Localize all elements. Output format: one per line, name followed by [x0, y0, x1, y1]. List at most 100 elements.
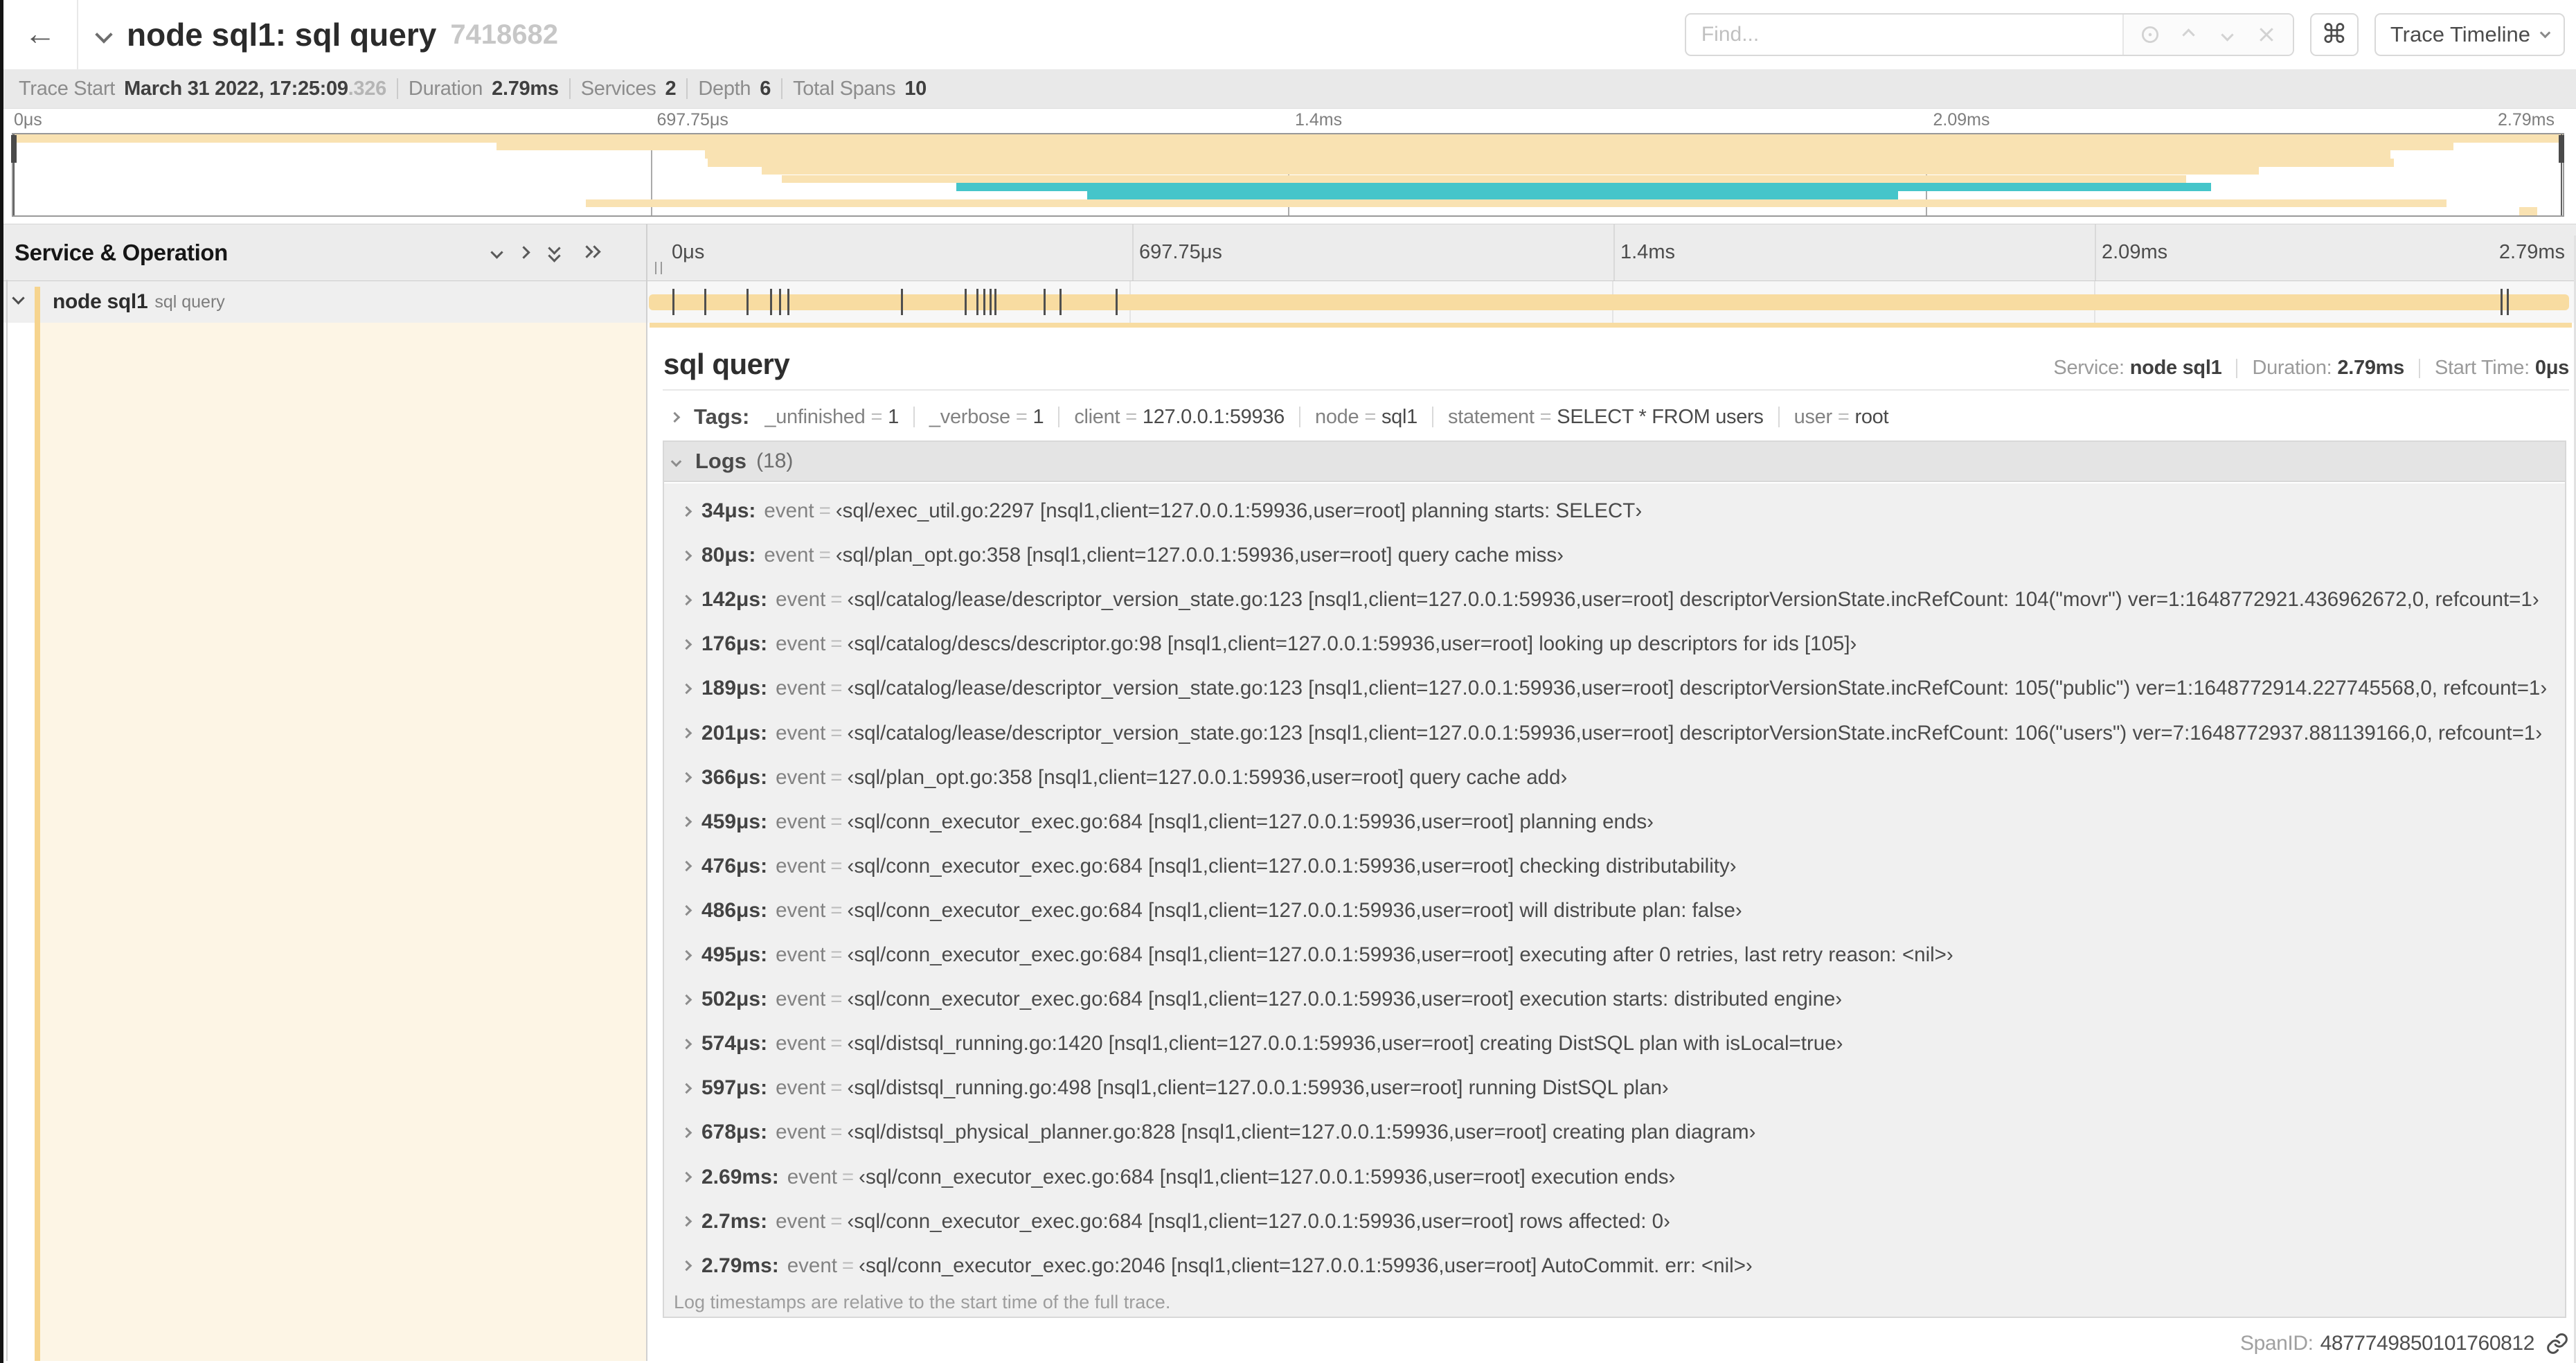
indent-guide-line: [6, 280, 8, 1361]
clear-find-button[interactable]: [2247, 15, 2286, 54]
tag-item[interactable]: _unfinished = 1: [764, 406, 899, 429]
tag-value: SELECT * FROM users: [1557, 405, 1764, 428]
log-equals: =: [830, 1076, 843, 1100]
log-marker-tick[interactable]: [787, 289, 789, 315]
trace-title-group[interactable]: node sql1: sql query 7418682: [78, 0, 1685, 69]
log-marker-tick[interactable]: [994, 289, 996, 315]
chevron-right-icon: [681, 1083, 692, 1094]
log-marker-tick[interactable]: [1059, 289, 1062, 315]
log-marker-tick[interactable]: [769, 289, 772, 315]
tag-item[interactable]: node = sql1: [1315, 406, 1417, 429]
log-row[interactable]: 2.69ms: event = ‹sql/conn_executor_exec.go:…: [664, 1155, 2565, 1200]
tag-item[interactable]: client = 127.0.0.1:59936: [1074, 406, 1285, 429]
log-row[interactable]: 34μs: event = ‹sql/exec_util.go:2297 [nsql1…: [664, 489, 2565, 533]
log-row[interactable]: 502μs: event = ‹sql/conn_executor_exec.go:6…: [664, 977, 2565, 1022]
keyboard-shortcuts-button[interactable]: ⌘: [2309, 13, 2359, 56]
tag-item[interactable]: statement = SELECT * FROM users: [1448, 406, 1764, 429]
span-name-cell[interactable]: node sql1 sql query: [3, 281, 646, 323]
stats-value: 2.79ms: [492, 77, 559, 100]
log-marker-tick[interactable]: [976, 289, 979, 315]
log-equals: =: [830, 854, 843, 878]
log-marker-tick[interactable]: [1044, 289, 1046, 315]
log-row[interactable]: 486μs: event = ‹sql/conn_executor_exec.go:6…: [664, 889, 2565, 933]
log-row[interactable]: 176μs: event = ‹sql/catalog/descs/descripto…: [664, 622, 2565, 666]
next-match-button[interactable]: [2208, 15, 2247, 54]
log-value: ‹sql/distsql_running.go:1420 [nsql1,clie…: [847, 1032, 1843, 1055]
log-row[interactable]: 80μs: event = ‹sql/plan_opt.go:358 [nsql1,c…: [664, 533, 2565, 578]
service-operation-header: Service & Operation: [3, 224, 646, 280]
tag-item[interactable]: user = root: [1794, 406, 1889, 429]
chevron-right-icon: [681, 727, 692, 739]
chevron-right-icon: [681, 816, 692, 828]
log-row[interactable]: 597μs: event = ‹sql/distsql_running.go:498 …: [664, 1066, 2565, 1110]
log-row[interactable]: 201μs: event = ‹sql/catalog/lease/descripto…: [664, 711, 2565, 756]
detail-name-column[interactable]: [40, 323, 646, 1361]
tag-separator: [1778, 407, 1780, 427]
log-marker-tick[interactable]: [2507, 289, 2510, 315]
minimap-time-label: 1.4ms: [1295, 110, 1343, 130]
match-locate-button[interactable]: [2131, 15, 2170, 54]
expand-all-button[interactable]: [580, 244, 601, 262]
logs-header[interactable]: Logs (18): [664, 442, 2565, 482]
prev-match-button[interactable]: [2170, 15, 2208, 54]
log-row[interactable]: 2.79ms: event = ‹sql/conn_executor_exec.go:…: [664, 1244, 2565, 1288]
log-marker-tick[interactable]: [778, 289, 781, 315]
span-collapse-chevron-icon[interactable]: [12, 292, 25, 305]
log-marker-tick[interactable]: [2500, 289, 2503, 315]
tag-equals: =: [1364, 405, 1376, 428]
tag-separator: [1431, 407, 1433, 427]
back-button[interactable]: ←: [3, 0, 78, 69]
log-row[interactable]: 2.7ms: event = ‹sql/conn_executor_exec.go:6…: [664, 1200, 2565, 1244]
log-marker-tick[interactable]: [704, 289, 706, 315]
log-row[interactable]: 574μs: event = ‹sql/distsql_running.go:1420…: [664, 1022, 2565, 1066]
log-row[interactable]: 366μs: event = ‹sql/plan_opt.go:358 [nsql1,…: [664, 756, 2565, 800]
collapse-one-button[interactable]: [490, 246, 503, 259]
log-marker-tick[interactable]: [1115, 289, 1118, 315]
span-service-name: node sql1: [53, 290, 148, 313]
span-row[interactable]: node sql1 sql query: [3, 281, 2576, 323]
log-value: ‹sql/conn_executor_exec.go:684 [nsql1,cl…: [847, 810, 1654, 833]
log-row[interactable]: 678μs: event = ‹sql/distsql_physical_planne…: [664, 1110, 2565, 1155]
log-marker-tick[interactable]: [746, 289, 749, 315]
log-marker-tick[interactable]: [900, 289, 903, 315]
log-row[interactable]: 189μs: event = ‹sql/catalog/lease/descripto…: [664, 666, 2565, 711]
log-value: ‹sql/conn_executor_exec.go:684 [nsql1,cl…: [847, 1209, 1670, 1233]
collapse-all-button[interactable]: [546, 241, 564, 262]
logs-accordian: Logs (18) Log timestamps are relative to…: [663, 440, 2566, 1318]
tag-item[interactable]: _verbose = 1: [929, 406, 1044, 429]
minimap-canvas[interactable]: [11, 133, 2564, 217]
log-row[interactable]: 476μs: event = ‹sql/conn_executor_exec.go:6…: [664, 844, 2565, 889]
tags-accordian[interactable]: Tags: _unfinished = 1 _verbose = 1 client = 127.…: [663, 400, 2569, 434]
log-row[interactable]: 459μs: event = ‹sql/conn_executor_exec.go:6…: [664, 800, 2565, 844]
stats-label: Services: [580, 77, 656, 100]
find-input[interactable]: [1685, 15, 2122, 55]
log-field: event = ‹sql/conn_executor_exec.go:684 [ns…: [776, 1210, 1670, 1233]
minimap-span: [1086, 190, 1899, 199]
log-row[interactable]: 495μs: event = ‹sql/conn_executor_exec.go:6…: [664, 933, 2565, 977]
minimap-span: [585, 199, 2447, 208]
deep-link-icon[interactable]: [2546, 1332, 2569, 1355]
log-timestamp: 176μs:: [701, 632, 768, 656]
detail-accent-bar[interactable]: [35, 287, 40, 1361]
log-row[interactable]: 142μs: event = ‹sql/catalog/lease/descripto…: [664, 578, 2565, 622]
chevron-down-icon: [2539, 27, 2551, 38]
log-marker-tick[interactable]: [989, 289, 992, 315]
log-field: event = ‹sql/conn_executor_exec.go:684 [ns…: [776, 810, 1654, 834]
column-resizer-divider[interactable]: [646, 224, 647, 1361]
column-resizer-grip[interactable]: [655, 262, 662, 274]
log-marker-tick[interactable]: [965, 289, 967, 315]
log-timestamp: 502μs:: [701, 988, 768, 1011]
log-marker-tick[interactable]: [983, 289, 986, 315]
tag-equals: =: [1837, 405, 1850, 428]
expand-one-button[interactable]: [517, 246, 530, 259]
trace-view-dropdown[interactable]: Trace Timeline: [2374, 13, 2565, 56]
log-timestamp: 495μs:: [701, 943, 768, 966]
span-duration-bar[interactable]: [649, 289, 2569, 315]
title-collapse-chevron-icon[interactable]: [95, 26, 113, 44]
header-controls: ⌘ Trace Timeline: [1684, 0, 2576, 69]
find-group: [1684, 13, 2294, 56]
log-value: ‹sql/conn_executor_exec.go:684 [nsql1,cl…: [847, 854, 1737, 878]
log-marker-tick[interactable]: [672, 289, 674, 315]
span-timeline-cell[interactable]: [647, 281, 2576, 323]
info-label: Start Time:: [2434, 357, 2530, 379]
